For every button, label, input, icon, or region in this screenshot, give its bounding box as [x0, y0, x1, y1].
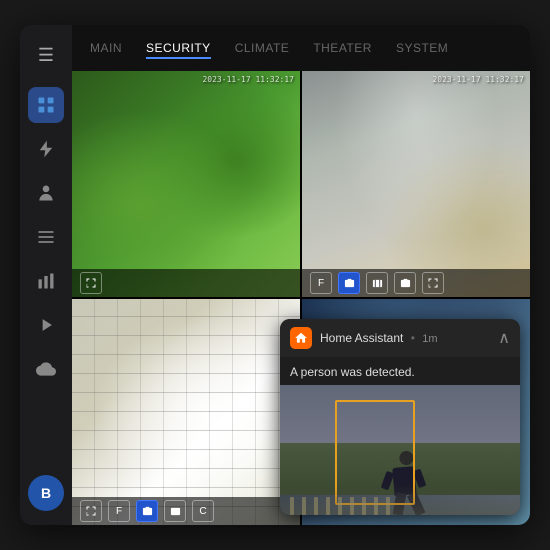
- play-icon: [36, 315, 56, 335]
- camera-icon: [344, 278, 355, 289]
- cam2-f-btn[interactable]: F: [310, 272, 332, 294]
- app-container: B MAIN SECURITY CLIMATE THEATER SYSTEM 2…: [20, 25, 530, 525]
- sidebar: B: [20, 25, 72, 525]
- notif-message: A person was detected.: [280, 357, 520, 385]
- cam3-film-btn[interactable]: [164, 500, 186, 522]
- fence-bar: [338, 497, 342, 515]
- notification-popup: Home Assistant • 1m ∧ A person was detec…: [280, 319, 520, 515]
- notif-close-btn[interactable]: ∧: [498, 328, 510, 348]
- sidebar-item-person[interactable]: [28, 175, 64, 211]
- nav-system[interactable]: SYSTEM: [396, 37, 448, 59]
- cam3-expand-btn[interactable]: [80, 500, 102, 522]
- cam3-c-label: C: [199, 506, 206, 517]
- camera-3[interactable]: F C: [72, 299, 300, 525]
- expand-icon: [85, 277, 97, 289]
- grid-icon: [36, 95, 56, 115]
- camera-1[interactable]: 2023-11-17 11:32:17: [72, 71, 300, 297]
- cam2-photo-btn[interactable]: [394, 272, 416, 294]
- cloud-icon: [36, 359, 56, 379]
- fence-bar: [290, 497, 294, 515]
- camera-2[interactable]: 2023-11-17 11:32:17 F: [302, 71, 530, 297]
- sidebar-item-list[interactable]: [28, 219, 64, 255]
- sidebar-item-play[interactable]: [28, 307, 64, 343]
- sidebar-item-bolt[interactable]: [28, 131, 64, 167]
- sidebar-item-chart[interactable]: [28, 263, 64, 299]
- cam3-film-icon: [170, 506, 181, 517]
- cam1-timestamp: 2023-11-17 11:32:17: [202, 75, 294, 84]
- cam2-film-btn[interactable]: [366, 272, 388, 294]
- fence-bar: [350, 497, 354, 515]
- cam3-f-label: F: [116, 506, 122, 517]
- cam1-expand-btn[interactable]: [80, 272, 102, 294]
- fence-bar: [314, 497, 318, 515]
- expand3-icon: [85, 505, 97, 517]
- cam3-f-btn[interactable]: F: [108, 500, 130, 522]
- notif-app-icon: [290, 327, 312, 349]
- notif-image: [280, 385, 520, 515]
- avatar-label: B: [41, 485, 51, 501]
- list-icon: [36, 227, 56, 247]
- notif-app-name: Home Assistant • 1m: [320, 331, 486, 345]
- hamburger-icon: [38, 45, 54, 66]
- film-icon: [372, 278, 383, 289]
- chart-icon: [36, 271, 56, 291]
- cam2-expand-btn[interactable]: [422, 272, 444, 294]
- cam2-controls: F: [302, 269, 530, 297]
- notif-header: Home Assistant • 1m ∧: [280, 319, 520, 357]
- nav-climate[interactable]: CLIMATE: [235, 37, 290, 59]
- notif-time: 1m: [422, 333, 437, 345]
- cam1-controls: [72, 269, 300, 297]
- fence-bars: [280, 495, 520, 515]
- top-nav: MAIN SECURITY CLIMATE THEATER SYSTEM: [72, 25, 530, 71]
- nav-main[interactable]: MAIN: [90, 37, 122, 59]
- nav-security[interactable]: SECURITY: [146, 37, 211, 59]
- cam3-camera-icon: [142, 506, 153, 517]
- cam3-controls: F C: [72, 497, 300, 525]
- notif-separator: •: [411, 331, 415, 345]
- fence-bar: [302, 497, 306, 515]
- home-icon: [294, 331, 308, 345]
- menu-icon[interactable]: [30, 39, 62, 71]
- photo-icon: [400, 278, 411, 289]
- camera-grid: 2023-11-17 11:32:17 2023-11-17 11:32:17 …: [72, 71, 530, 525]
- expand2-icon: [427, 277, 439, 289]
- nav-theater[interactable]: THEATER: [313, 37, 372, 59]
- fence-bar: [374, 497, 378, 515]
- cam3-c-btn[interactable]: C: [192, 500, 214, 522]
- main-content: MAIN SECURITY CLIMATE THEATER SYSTEM 202…: [72, 25, 530, 525]
- person-icon: [36, 183, 56, 203]
- fence-bar: [326, 497, 330, 515]
- cam2-camera-btn[interactable]: [338, 272, 360, 294]
- sidebar-item-cloud[interactable]: [28, 351, 64, 387]
- f-label: F: [318, 278, 324, 289]
- pool-lines: [72, 299, 300, 525]
- bolt-icon: [36, 139, 56, 159]
- cam2-timestamp: 2023-11-17 11:32:17: [432, 75, 524, 84]
- fence-bar: [362, 497, 366, 515]
- avatar[interactable]: B: [28, 475, 64, 511]
- cam3-camera-btn[interactable]: [136, 500, 158, 522]
- sidebar-item-grid[interactable]: [28, 87, 64, 123]
- fence-bar: [386, 497, 390, 515]
